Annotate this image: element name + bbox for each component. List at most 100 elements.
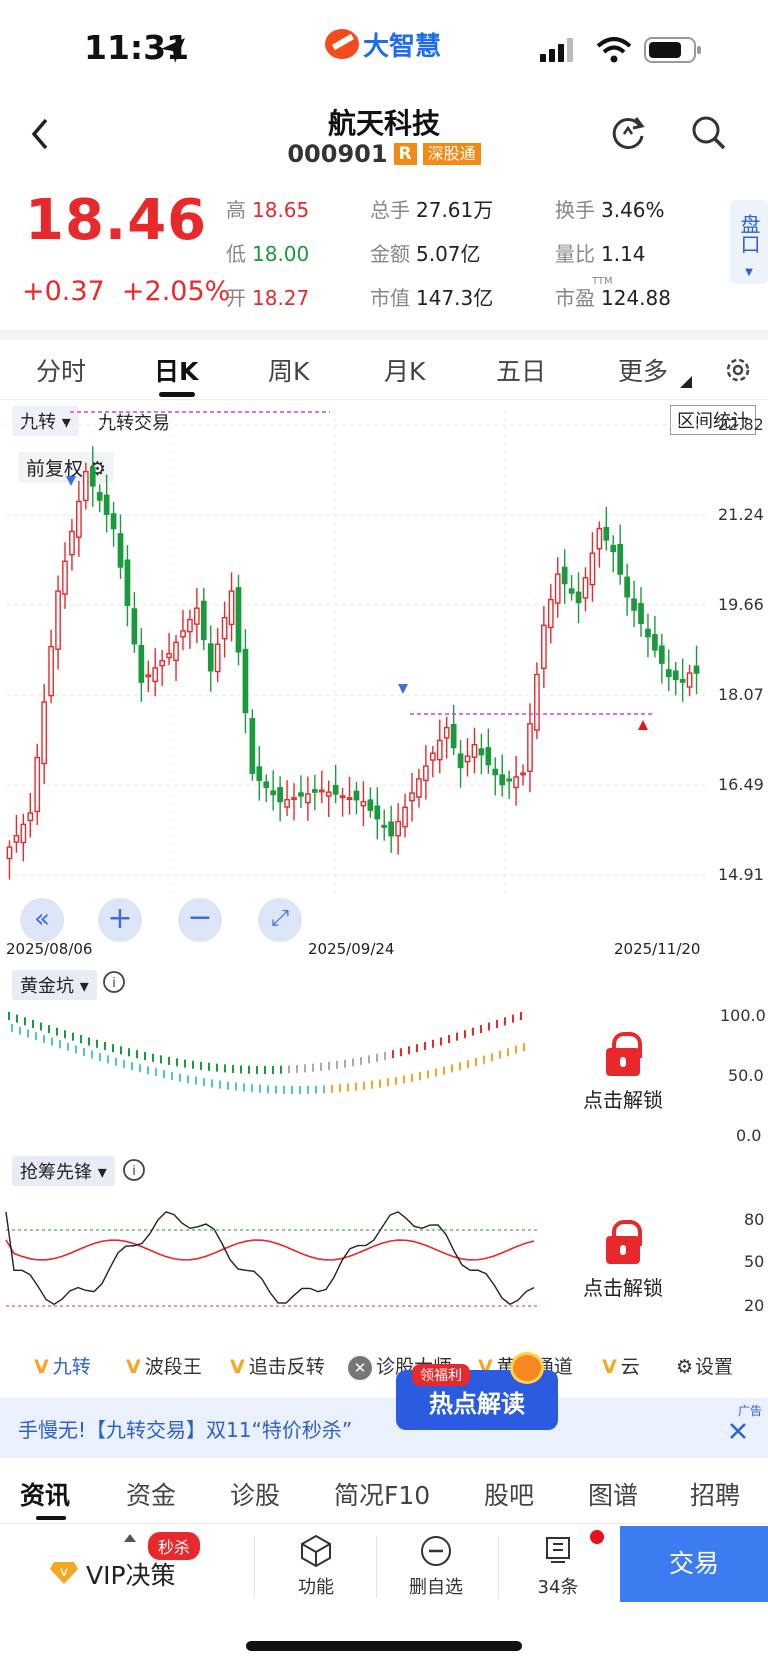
candle-body <box>513 776 519 789</box>
search-icon[interactable] <box>690 114 728 152</box>
news-tab-jobs[interactable]: 招聘 <box>690 1476 740 1512</box>
news-tab-forum[interactable]: 股吧 <box>484 1476 534 1512</box>
scroll-left-button[interactable]: « <box>20 898 64 942</box>
candle-body <box>256 766 263 781</box>
candle-body <box>547 598 554 629</box>
tool-boduanwang[interactable]: V 波段王 <box>126 1352 202 1379</box>
caret-up-icon <box>124 1534 136 1542</box>
fullscreen-button[interactable]: ⤢ <box>258 898 302 942</box>
indicator1-mark <box>211 1079 213 1088</box>
indicator1-mark <box>240 1065 242 1074</box>
indicator1-mark <box>176 1058 178 1067</box>
info-icon[interactable]: i <box>122 1158 146 1182</box>
order-book-button[interactable]: 盘口 ▼ <box>730 200 768 284</box>
candle-body <box>631 598 637 611</box>
trade-button[interactable]: 交易 <box>620 1526 768 1602</box>
indicator1-mark <box>448 1035 450 1044</box>
indicator1-mark <box>131 1062 133 1071</box>
candle-body <box>693 665 700 674</box>
function-button[interactable]: 功能 <box>276 1526 356 1606</box>
indicator1-mark <box>320 1062 322 1071</box>
indicator1-mark <box>195 1076 197 1085</box>
candle-body <box>96 491 103 501</box>
candle-body <box>325 791 332 797</box>
indicator1-mark <box>304 1064 306 1073</box>
news-tab-info[interactable]: 资讯 <box>20 1476 70 1512</box>
tool-zhuijifanzhuan[interactable]: V 追击反转 <box>230 1352 325 1379</box>
candle-body <box>20 823 27 844</box>
candle-body <box>672 670 679 680</box>
settings-icon[interactable] <box>722 354 754 386</box>
tab-fenshi[interactable]: 分时 <box>36 352 86 388</box>
tool-settings[interactable]: ⚙ 设置 <box>676 1352 733 1379</box>
candle-body <box>263 781 270 789</box>
news-tab-funds[interactable]: 资金 <box>126 1476 176 1512</box>
candle-body <box>131 608 138 645</box>
candle-body <box>638 603 644 625</box>
indicator1-mark <box>171 1071 173 1080</box>
news-tab-f10[interactable]: 简况F10 <box>334 1476 430 1512</box>
indicator1-mark <box>307 1085 309 1094</box>
candle-body <box>89 466 96 487</box>
tab-five-day[interactable]: 五日 <box>496 352 546 388</box>
tab-daily-k[interactable]: 日K <box>154 352 198 388</box>
candle-body <box>471 744 478 758</box>
tool-yun[interactable]: V云 <box>602 1352 640 1379</box>
zoom-in-button[interactable]: + <box>98 898 142 942</box>
candle-body <box>249 718 256 774</box>
indicator1-mark <box>499 1050 501 1059</box>
refresh-icon[interactable] <box>610 114 648 152</box>
candle-body <box>527 723 533 772</box>
indicator1-mark <box>123 1059 125 1068</box>
candle-body <box>478 748 485 756</box>
indicator1-mark <box>35 1032 37 1041</box>
indicator1-mark <box>51 1037 53 1046</box>
market-tag: 深股通 <box>422 143 481 165</box>
candle-body <box>624 576 630 598</box>
active-tab-indicator <box>159 392 195 397</box>
ad-banner[interactable]: 手慢无!【九转交易】双11“特价秒杀” 广告 <box>0 1398 768 1458</box>
lock-icon <box>606 1220 642 1264</box>
indicator1-mark <box>376 1053 378 1062</box>
price-tick: 18.07 <box>718 685 764 705</box>
info-icon[interactable]: i <box>102 970 126 994</box>
indicator1-mark <box>443 1066 445 1075</box>
indicator1-mark <box>360 1056 362 1065</box>
indicator1-unlock[interactable]: 点击解锁 <box>578 1032 668 1113</box>
indicator1-mark <box>395 1076 397 1085</box>
indicator1-mark <box>147 1066 149 1075</box>
indicator2-black-line <box>5 1211 535 1306</box>
vip-decision-button[interactable]: V VIP决策 秒杀 <box>40 1526 250 1606</box>
indicator1-mark <box>451 1064 453 1073</box>
indicator2-dropdown[interactable]: 抢筹先锋 ▾ <box>12 1156 115 1186</box>
news-tab-diagnose[interactable]: 诊股 <box>230 1476 280 1512</box>
candle-body <box>652 634 658 651</box>
indicator1-mark <box>291 1085 293 1094</box>
tab-weekly-k[interactable]: 周K <box>268 352 309 388</box>
indicator2-unlock[interactable]: 点击解锁 <box>578 1220 668 1301</box>
last-price: 18.46 <box>25 188 208 253</box>
candle-body <box>291 797 297 801</box>
indicator1-dropdown[interactable]: 黄金坑 ▾ <box>12 970 97 1000</box>
close-icon[interactable] <box>727 1420 749 1442</box>
candle-body <box>173 641 179 662</box>
indicator1-mark <box>72 1032 74 1041</box>
candle-body <box>561 566 568 585</box>
news-tab-graph[interactable]: 图谱 <box>588 1476 638 1512</box>
messages-button[interactable]: 34条 <box>518 1526 604 1606</box>
zoom-out-button[interactable]: − <box>178 898 222 942</box>
indicator1-mark <box>32 1019 34 1028</box>
up-arrow-icon <box>638 720 648 730</box>
remove-watchlist-button[interactable]: 删自选 <box>396 1526 476 1606</box>
svg-text:V: V <box>60 1567 68 1579</box>
indicator1-mark <box>363 1081 365 1090</box>
candle-body <box>76 500 82 538</box>
candlestick-chart[interactable] <box>0 400 768 960</box>
tab-more[interactable]: 更多 <box>618 352 668 388</box>
tab-monthly-k[interactable]: 月K <box>384 352 425 388</box>
candle-body <box>103 494 110 516</box>
pe-ttm-label: TTM <box>592 276 613 287</box>
indicator1-mark <box>267 1085 269 1094</box>
indicator1-mark <box>80 1035 82 1044</box>
tool-jiuzhuan[interactable]: V 九转 <box>34 1352 91 1379</box>
